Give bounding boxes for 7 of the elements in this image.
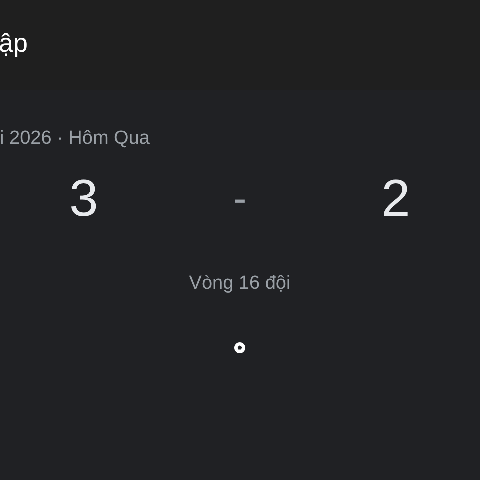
- soccer-ball-icon: [234, 342, 246, 354]
- away-score: 2: [382, 169, 410, 229]
- home-score: 3: [70, 169, 98, 229]
- score-separator: -: [233, 176, 247, 223]
- match-info: i 2026 · Hôm Qua: [0, 127, 150, 151]
- page-title: ập: [0, 28, 28, 60]
- match-stage: Vòng 16 đội: [189, 273, 291, 295]
